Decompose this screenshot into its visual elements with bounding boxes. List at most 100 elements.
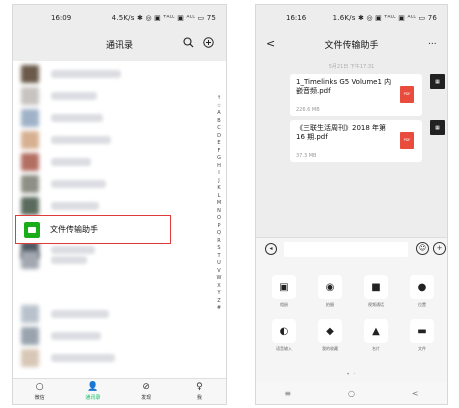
plus-icon[interactable]: + (433, 242, 446, 255)
contact-row[interactable] (13, 63, 212, 85)
index-letter[interactable]: W (217, 275, 222, 283)
camera-icon: ◉ (318, 275, 342, 299)
file-message[interactable]: 1_Timelinks G5 Volume1 内嵌音频.pdf 226.6 MB… (290, 74, 422, 116)
contact-row[interactable] (13, 303, 212, 325)
index-letter[interactable]: K (217, 185, 220, 193)
index-letter[interactable]: O (217, 215, 221, 223)
message-timestamp: 5月21日 下午17:31 (328, 64, 375, 70)
tab-contacts[interactable]: 👤 通讯录 (66, 379, 119, 404)
input-bar: ◂ ☺ + (256, 237, 447, 261)
index-letter[interactable]: # (217, 305, 221, 313)
index-letter[interactable]: M (217, 200, 221, 208)
back-nav-icon[interactable]: < (412, 389, 419, 398)
compass-icon: ⊘ (142, 382, 150, 392)
more-actions-panel: ▣ 相册 ◉ 拍摄 ■ 视频通话 ● 位置 ◐ 语音输入 ◆ 我的收藏 ▲ 名片… (256, 261, 447, 382)
alphabet-index[interactable]: ↑ ☆ A B C D E F G H I J K L M N O P Q R S T U V W X Y Z # (214, 95, 224, 313)
index-letter[interactable]: G (217, 155, 221, 163)
chat-bubble-icon: ○ (35, 382, 44, 392)
index-letter[interactable]: N (217, 208, 221, 216)
index-letter[interactable]: E (217, 140, 220, 148)
tab-chats[interactable]: ○ 微信 (13, 379, 66, 404)
file-name: 1_Timelinks G5 Volume1 内嵌音频.pdf (296, 78, 392, 95)
tile-label: 相册 (280, 302, 288, 307)
camera-button[interactable]: ◉ 拍摄 (310, 275, 350, 308)
contact-row[interactable] (13, 195, 212, 217)
status-bar: 16:16 1.6K/s ✱ ◎ ▣ ᵀᴬᴸᴸ ▣ ᴬᴸᴸ ▭ 76 (256, 5, 447, 31)
image-icon: ▣ (272, 275, 296, 299)
album-button[interactable]: ▣ 相册 (264, 275, 304, 308)
index-letter[interactable]: H (217, 163, 221, 171)
index-letter[interactable]: ☆ (217, 103, 221, 111)
contacts-icon: 👤 (87, 382, 99, 392)
search-icon[interactable] (183, 37, 194, 51)
page-indicator: • · (346, 371, 357, 378)
person-icon: ♀ (196, 382, 203, 392)
voice-input-button[interactable]: ◐ 语音输入 (264, 319, 304, 352)
folder-icon: ▬ (410, 319, 434, 343)
file-message[interactable]: 《三联生活周刊》2018 年第 16 期.pdf 37.3 MB PDF (290, 120, 422, 162)
menu-icon[interactable]: ≡ (284, 389, 291, 398)
index-letter[interactable]: R (217, 238, 220, 246)
index-letter[interactable]: C (217, 125, 221, 133)
cube-icon: ◆ (318, 319, 342, 343)
index-letter[interactable]: Q (217, 230, 221, 238)
contact-row[interactable] (13, 107, 212, 129)
tab-label: 发现 (141, 395, 152, 401)
contact-row[interactable] (13, 325, 212, 347)
page-title: 通讯录 (105, 41, 133, 51)
index-letter[interactable]: L (218, 193, 221, 201)
system-nav-bar: ≡ ○ < (256, 382, 447, 404)
tile-label: 语音输入 (276, 346, 292, 351)
index-letter[interactable]: F (218, 148, 221, 156)
avatar[interactable]: ▦ (430, 74, 445, 89)
video-call-button[interactable]: ■ 视频通话 (356, 275, 396, 308)
index-letter[interactable]: Y (217, 290, 220, 298)
index-letter[interactable]: I (218, 170, 219, 178)
index-letter[interactable]: D (217, 133, 221, 141)
tab-me[interactable]: ♀ 我 (173, 379, 226, 404)
tile-label: 视频通话 (368, 302, 384, 307)
person-icon: ▲ (364, 319, 388, 343)
contact-row[interactable] (13, 173, 212, 195)
contact-card-button[interactable]: ▲ 名片 (356, 319, 396, 352)
tile-label: 文件 (418, 346, 426, 351)
file-transfer-row[interactable]: 文件传输助手 (15, 215, 171, 244)
contact-row[interactable] (13, 347, 212, 369)
pdf-icon: PDF (400, 86, 414, 103)
voice-icon[interactable]: ◂ (265, 243, 277, 255)
contact-row[interactable] (13, 249, 212, 271)
contact-row[interactable] (13, 85, 212, 107)
location-button[interactable]: ● 位置 (402, 275, 442, 308)
index-letter[interactable]: A (217, 110, 220, 118)
tile-label: 名片 (372, 346, 380, 351)
emoji-icon[interactable]: ☺ (416, 242, 429, 255)
tab-discover[interactable]: ⊘ 发现 (120, 379, 173, 404)
message-input[interactable] (284, 242, 408, 257)
contact-row[interactable] (13, 129, 212, 151)
avatar[interactable]: ▦ (430, 120, 445, 135)
tab-label: 我 (196, 395, 202, 401)
file-transfer-label: 文件传输助手 (50, 225, 98, 234)
status-indicators: 1.6K/s ✱ ◎ ▣ ᵀᴬᴸᴸ ▣ ᴬᴸᴸ ▭ 76 (332, 14, 437, 22)
index-letter[interactable]: Z (217, 298, 220, 306)
more-icon[interactable]: ... (428, 37, 437, 47)
contact-row[interactable] (13, 151, 212, 173)
favorites-button[interactable]: ◆ 我的收藏 (310, 319, 350, 352)
chat-screen: 16:16 1.6K/s ✱ ◎ ▣ ᵀᴬᴸᴸ ▣ ᴬᴸᴸ ▭ 76 < 文件传… (255, 4, 448, 405)
file-button[interactable]: ▬ 文件 (402, 319, 442, 352)
index-letter[interactable]: U (217, 260, 221, 268)
index-letter[interactable]: X (217, 283, 220, 291)
add-icon[interactable] (203, 37, 214, 51)
status-time: 16:16 (286, 14, 307, 22)
tab-label: 微信 (34, 395, 45, 401)
index-letter[interactable]: S (217, 245, 220, 253)
index-letter[interactable]: P (217, 223, 220, 231)
tab-bar: ○ 微信 👤 通讯录 ⊘ 发现 ♀ 我 (13, 378, 226, 404)
index-letter[interactable]: ↑ (217, 95, 221, 103)
home-icon[interactable]: ○ (348, 389, 355, 398)
index-letter[interactable]: B (217, 118, 220, 126)
location-pin-icon: ● (410, 275, 434, 299)
index-letter[interactable]: T (217, 253, 220, 261)
index-letter[interactable]: J (218, 178, 219, 186)
index-letter[interactable]: V (217, 268, 220, 276)
